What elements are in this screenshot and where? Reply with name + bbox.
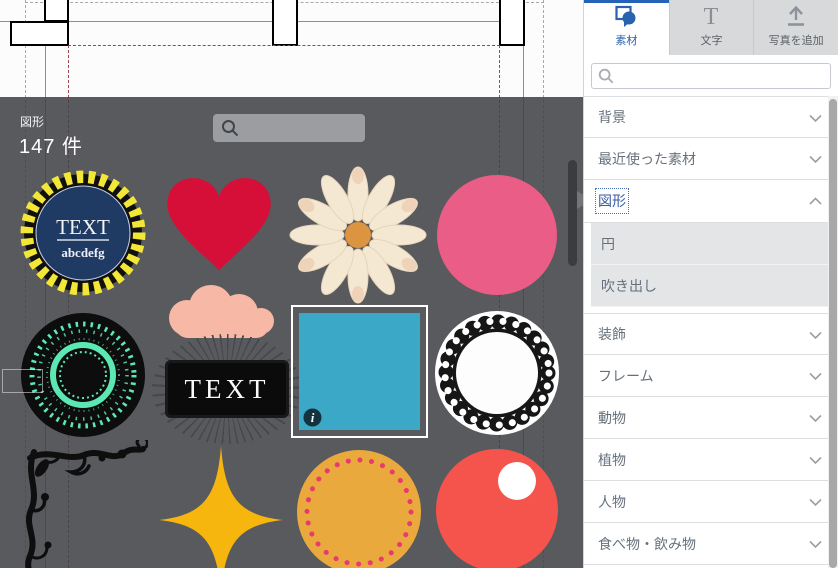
tab-bar: 素材 T 文字 写真を追加 <box>584 0 838 55</box>
shape-tile-heart[interactable] <box>160 168 278 278</box>
canvas-shape-rect[interactable] <box>10 21 69 46</box>
sidebar-search-input[interactable] <box>591 63 831 89</box>
sidebar-item-decoration[interactable]: 装飾 <box>584 313 838 355</box>
chevron-down-icon <box>809 372 822 381</box>
badge-subtext: abcdefg <box>61 245 105 260</box>
sidebar-item-recent[interactable]: 最近使った素材 <box>584 138 838 180</box>
red-circle <box>436 449 558 568</box>
canvas-ghost-rect <box>2 369 43 393</box>
shape-tile-sparkle[interactable] <box>158 445 284 568</box>
chevron-down-icon <box>809 498 822 507</box>
chevron-down-icon <box>809 414 822 423</box>
svg-text:T: T <box>704 4 719 28</box>
upload-icon <box>784 4 808 28</box>
overlay-search-input[interactable] <box>213 114 365 142</box>
tab-add-photo[interactable]: 写真を追加 <box>753 0 838 55</box>
search-icon <box>597 67 615 85</box>
search-icon <box>220 118 240 138</box>
banner-rect: TEXT <box>165 360 289 418</box>
sidebar-item-people[interactable]: 人物 <box>584 481 838 523</box>
sidebar-item-background[interactable]: 背景 <box>584 96 838 138</box>
shape-tile-text-banner[interactable]: TEXT <box>152 334 302 444</box>
shape-tile-orange-dotted-circle[interactable] <box>296 449 422 568</box>
flower-center <box>345 222 371 248</box>
shapes-subcategories: 円 吹き出し <box>584 222 838 307</box>
tab-label: 素材 <box>615 32 637 48</box>
badge-text: TEXT <box>56 215 110 239</box>
red-circle-highlight <box>498 462 536 500</box>
canvas-shape-rect[interactable] <box>44 0 69 22</box>
shape-tile-corner-flourish[interactable] <box>18 440 148 568</box>
shape-tile-teal-square-selected[interactable]: i <box>291 305 428 438</box>
design-app: 図形 147 件 TEXT abcdefg <box>0 0 838 568</box>
orange-circle <box>297 450 421 568</box>
tab-label: 文字 <box>700 32 722 48</box>
tab-text[interactable]: T 文字 <box>669 0 754 55</box>
materials-icon <box>614 4 638 28</box>
chevron-down-icon <box>809 331 822 340</box>
sidebar-search-area <box>584 55 838 96</box>
shapes-picker-panel: 図形 147 件 TEXT abcdefg <box>0 97 583 568</box>
shape-tile-badge[interactable]: TEXT abcdefg <box>18 168 148 298</box>
sidebar-item-speech-bubble[interactable]: 吹き出し <box>591 265 838 307</box>
canvas-shape-rect[interactable] <box>499 0 525 46</box>
category-list: 背景 最近使った素材 図形 円 吹き出し 装飾 <box>584 96 838 565</box>
sidebar-item-frame[interactable]: フレーム <box>584 355 838 397</box>
chevron-up-icon <box>809 197 822 206</box>
text-icon: T <box>699 4 723 28</box>
heart-shape <box>167 178 270 270</box>
cloud-shape <box>169 285 274 338</box>
chevron-down-icon <box>809 114 822 123</box>
shape-tile-lace-doily[interactable] <box>432 308 562 438</box>
sidebar-scrollbar[interactable] <box>828 96 838 568</box>
sidebar: 素材 T 文字 写真を追加 <box>583 0 838 568</box>
sidebar-scrollbar-thumb[interactable] <box>829 99 837 568</box>
shape-tile-pink-circle[interactable] <box>436 174 558 296</box>
sidebar-item-shapes[interactable]: 図形 <box>584 180 838 222</box>
svg-text:i: i <box>311 410 315 425</box>
chevron-down-icon <box>809 456 822 465</box>
sidebar-item-food-drink[interactable]: 食べ物・飲み物 <box>584 523 838 565</box>
guide-line <box>0 21 523 22</box>
guide-line <box>68 45 500 46</box>
sidebar-item-circle[interactable]: 円 <box>591 223 838 265</box>
chevron-down-icon <box>809 155 822 164</box>
sidebar-item-animals[interactable]: 動物 <box>584 397 838 439</box>
banner-text: TEXT <box>185 374 270 405</box>
tab-materials[interactable]: 素材 <box>584 0 669 55</box>
shape-tile-flower[interactable] <box>288 165 428 305</box>
chevron-down-icon <box>809 540 822 549</box>
pink-circle <box>437 175 557 295</box>
overlay-result-count: 147 件 <box>19 130 83 159</box>
shape-tile-red-circle[interactable] <box>434 447 561 568</box>
sidebar-item-plants[interactable]: 植物 <box>584 439 838 481</box>
info-icon[interactable]: i <box>303 408 322 427</box>
sparkle-shape <box>159 446 283 568</box>
canvas-shape-rect[interactable] <box>272 0 298 46</box>
overlay-category-label: 図形 <box>20 113 44 130</box>
tab-label: 写真を追加 <box>769 32 824 48</box>
overlay-scrollbar-thumb[interactable] <box>568 160 577 266</box>
